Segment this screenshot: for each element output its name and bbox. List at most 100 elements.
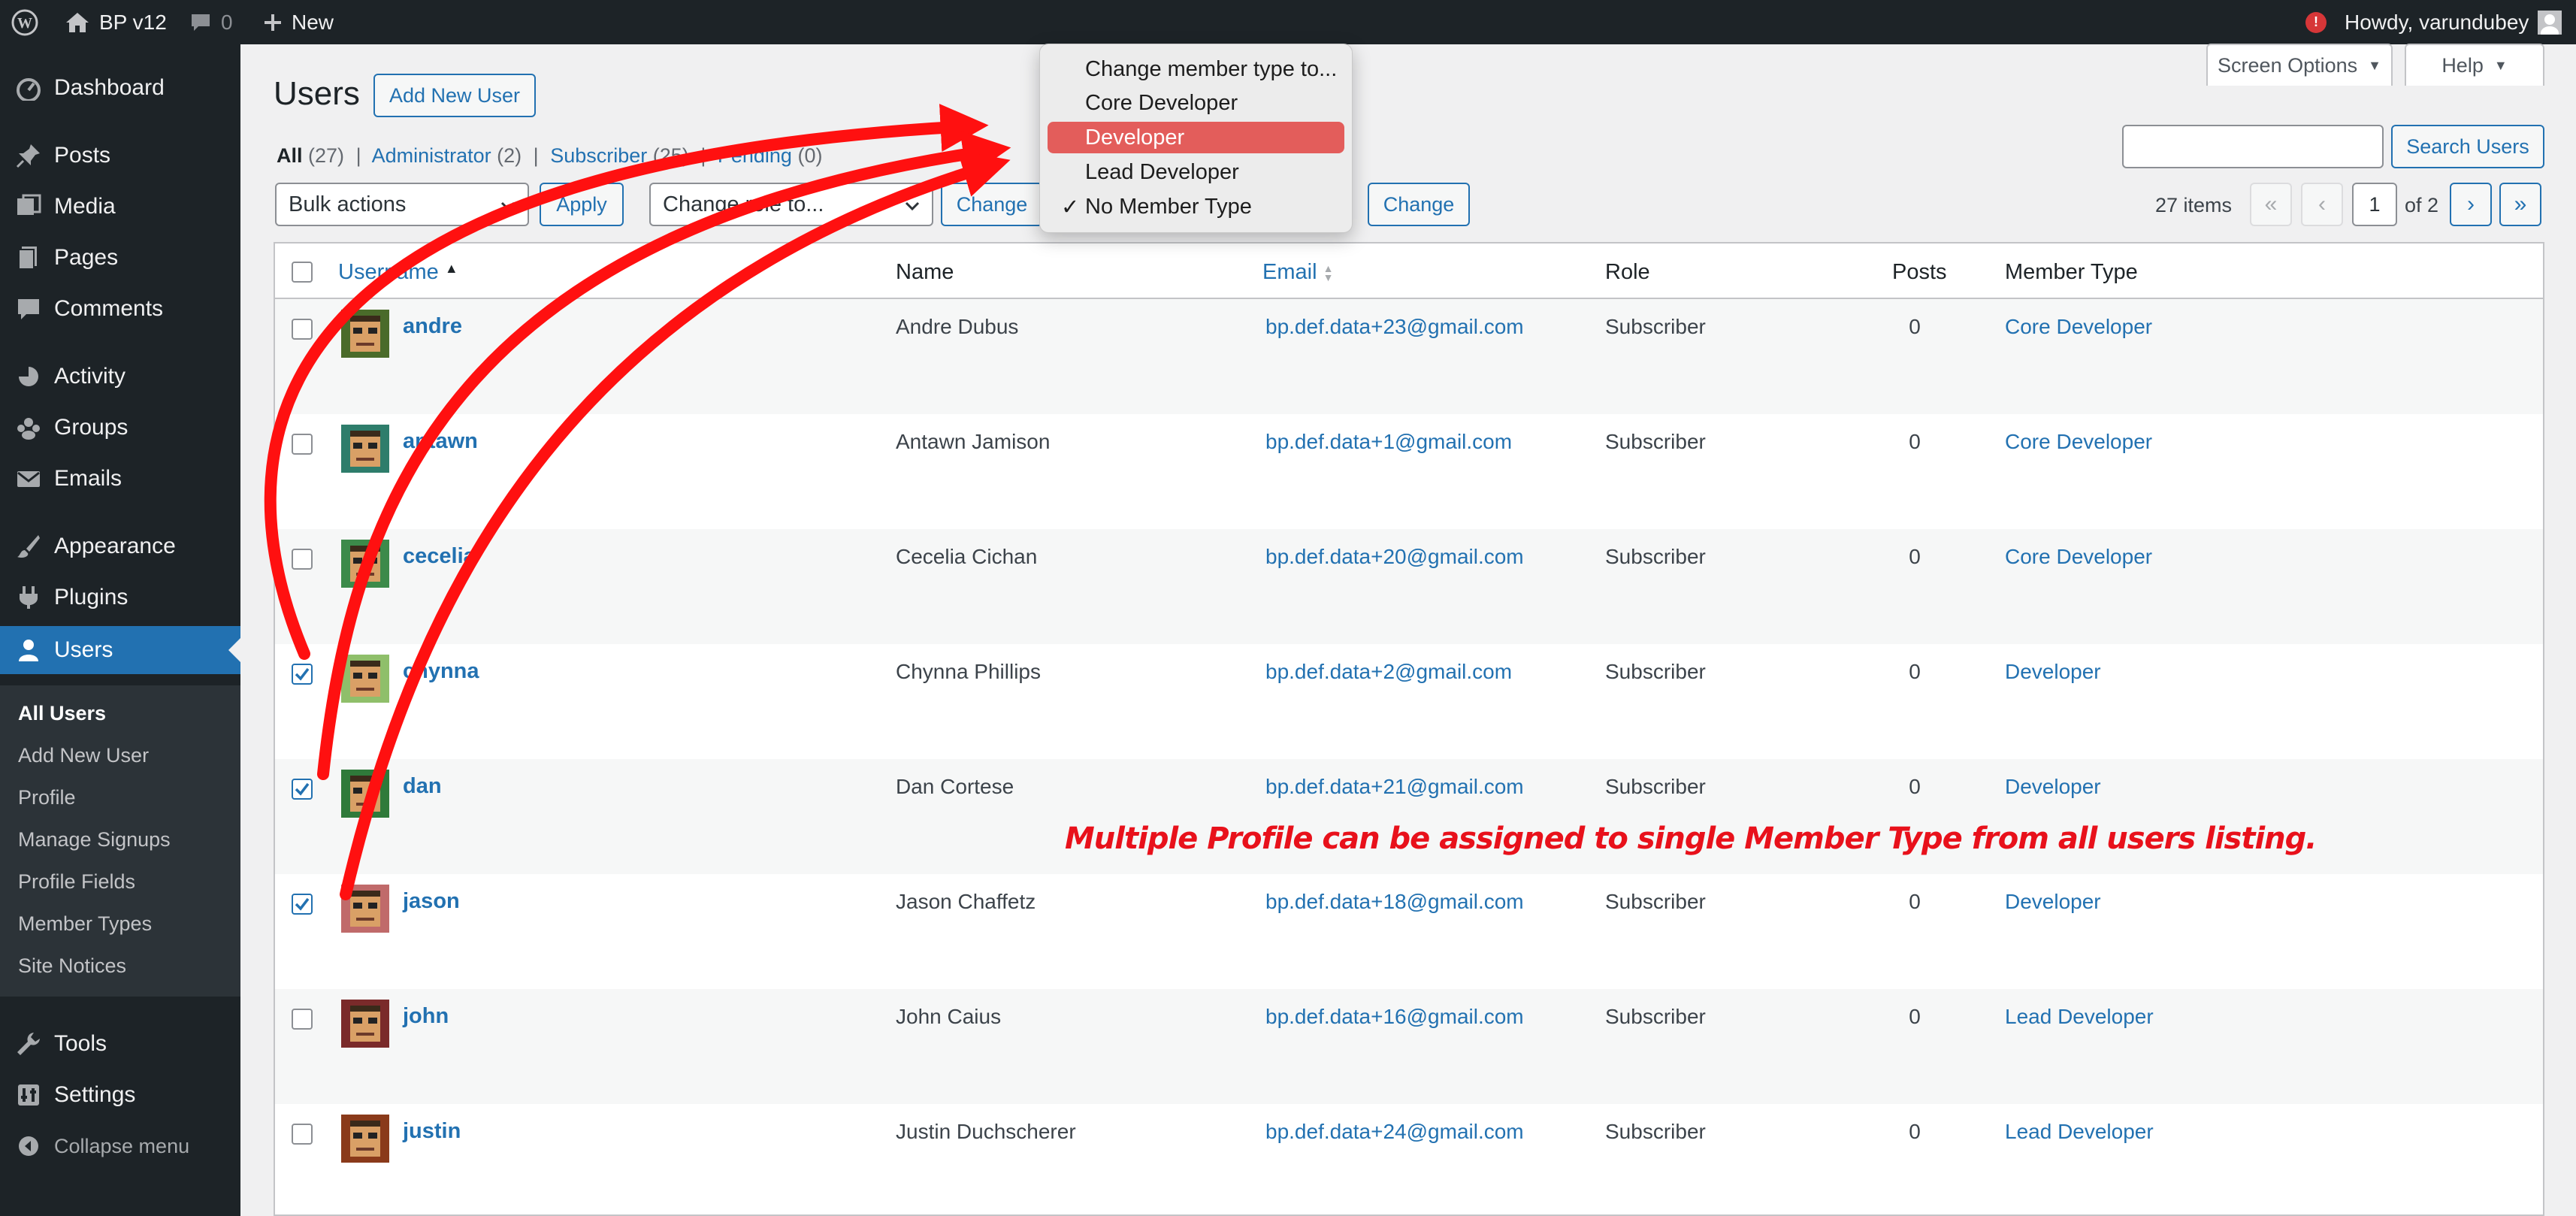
account-menu[interactable]: ! Howdy, varundubey — [2305, 0, 2562, 44]
collapse-menu-button[interactable]: Collapse menu — [0, 1124, 240, 1169]
next-page-button[interactable]: › — [2450, 183, 2492, 226]
sidebar-item-comments[interactable]: Comments — [0, 286, 240, 331]
member-type-link[interactable]: Developer — [2005, 660, 2101, 684]
submenu-member-types[interactable]: Member Types — [18, 912, 152, 936]
member-type-link[interactable]: Lead Developer — [2005, 1120, 2154, 1144]
email-link[interactable]: bp.def.data+23@gmail.com — [1265, 315, 1524, 339]
avatar — [341, 1115, 389, 1163]
username-link[interactable]: justin — [403, 1119, 461, 1144]
submenu-site-notices[interactable]: Site Notices — [18, 954, 126, 978]
sidebar-item-pages[interactable]: Pages — [0, 235, 240, 280]
submenu-profile[interactable]: Profile — [18, 786, 76, 809]
filter-administrator[interactable]: Administrator — [372, 144, 491, 167]
row-checkbox[interactable] — [292, 664, 313, 685]
change-role-button[interactable]: Change — [941, 183, 1043, 226]
search-users-button[interactable]: Search Users — [2391, 125, 2544, 168]
dropdown-option[interactable]: Change member type to... — [1048, 53, 1344, 85]
username-link[interactable]: dan — [403, 774, 442, 799]
username-link[interactable]: cecelia — [403, 544, 476, 569]
member-type-link[interactable]: Lead Developer — [2005, 1005, 2154, 1029]
admin-bar: W BP v12 0 New ! Howdy, varundubey — [0, 0, 2576, 44]
member-type-link[interactable]: Core Developer — [2005, 545, 2152, 569]
member-type-link[interactable]: Core Developer — [2005, 315, 2152, 339]
row-checkbox[interactable] — [292, 779, 313, 800]
new-content-link[interactable]: New — [263, 0, 334, 44]
email-link[interactable]: bp.def.data+16@gmail.com — [1265, 1005, 1524, 1029]
row-checkbox[interactable] — [292, 434, 313, 455]
screen-options-button[interactable]: Screen Options ▼ — [2206, 44, 2393, 86]
current-page-input[interactable] — [2352, 183, 2397, 226]
select-all-checkbox[interactable] — [292, 262, 313, 283]
help-button[interactable]: Help ▼ — [2405, 44, 2544, 86]
username-link[interactable]: andre — [403, 314, 462, 339]
user-icon — [14, 635, 44, 665]
filter-pending[interactable]: Pending — [718, 144, 792, 167]
submenu-add-new-user[interactable]: Add New User — [18, 744, 149, 767]
member-type-link[interactable]: Developer — [2005, 775, 2101, 799]
username-link[interactable]: chynna — [403, 659, 479, 684]
change-role-value: Change role to... — [663, 192, 824, 216]
column-email[interactable]: Email ▲ ▼ — [1262, 260, 1333, 285]
submenu-profile-fields[interactable]: Profile Fields — [18, 870, 135, 894]
brush-icon — [14, 531, 44, 561]
email-link[interactable]: bp.def.data+18@gmail.com — [1265, 890, 1524, 914]
email-link[interactable]: bp.def.data+24@gmail.com — [1265, 1120, 1524, 1144]
sidebar-item-activity[interactable]: Activity — [0, 354, 240, 399]
users-table: Username ▲ Name Email ▲ ▼ Role Posts Memb… — [274, 242, 2544, 1216]
username-link[interactable]: antawn — [403, 429, 478, 454]
username-link[interactable]: john — [403, 1004, 449, 1029]
submenu-all-users[interactable]: All Users — [18, 702, 106, 725]
submenu-manage-signups[interactable]: Manage Signups — [18, 828, 171, 852]
sidebar-item-tools[interactable]: Tools — [0, 1021, 240, 1066]
first-page-button[interactable]: « — [2250, 183, 2292, 226]
comments-link[interactable]: 0 — [189, 0, 233, 44]
sidebar-item-users[interactable]: Users — [0, 626, 240, 674]
sidebar-item-posts[interactable]: Posts — [0, 133, 240, 178]
site-name-link[interactable]: BP v12 — [65, 0, 167, 44]
bulk-actions-select[interactable]: Bulk actions — [275, 183, 529, 226]
annotation-text: Multiple Profile can be assigned to sing… — [1065, 821, 2317, 856]
row-checkbox[interactable] — [292, 1124, 313, 1145]
row-checkbox[interactable] — [292, 894, 313, 915]
last-page-button[interactable]: » — [2499, 183, 2541, 226]
sidebar-item-dashboard[interactable]: Dashboard — [0, 65, 240, 110]
email-link[interactable]: bp.def.data+20@gmail.com — [1265, 545, 1524, 569]
change-member-type-button[interactable]: Change — [1368, 183, 1470, 226]
member-type-link[interactable]: Developer — [2005, 890, 2101, 914]
dropdown-option-checked[interactable]: ✓ No Member Type — [1048, 191, 1344, 222]
notification-badge[interactable]: ! — [2305, 11, 2327, 33]
member-type-link[interactable]: Core Developer — [2005, 430, 2152, 454]
filter-all[interactable]: All — [277, 144, 303, 167]
add-new-user-button[interactable]: Add New User — [373, 74, 536, 117]
email-link[interactable]: bp.def.data+1@gmail.com — [1265, 430, 1512, 454]
apply-button[interactable]: Apply — [540, 183, 624, 226]
items-count: 27 items — [2155, 194, 2233, 216]
dropdown-option[interactable]: Lead Developer — [1048, 156, 1344, 188]
dropdown-option[interactable]: Core Developer — [1048, 87, 1344, 119]
search-users-input[interactable] — [2122, 125, 2384, 168]
dropdown-option-highlighted[interactable]: Developer — [1048, 122, 1344, 153]
row-checkbox[interactable] — [292, 549, 313, 570]
row-checkbox[interactable] — [292, 1009, 313, 1030]
user-role: Subscriber — [1605, 1120, 1706, 1143]
pages-icon — [14, 243, 44, 273]
filter-count: (27) — [308, 144, 345, 167]
filter-subscriber[interactable]: Subscriber — [550, 144, 647, 167]
row-checkbox[interactable] — [292, 319, 313, 340]
sidebar-item-emails[interactable]: Emails — [0, 456, 240, 501]
column-username[interactable]: Username ▲ — [338, 260, 458, 285]
sidebar-item-media[interactable]: Media — [0, 184, 240, 229]
sidebar-item-label: Tools — [54, 1031, 107, 1056]
sidebar-item-settings[interactable]: Settings — [0, 1072, 240, 1118]
new-label: New — [292, 10, 334, 34]
username-link[interactable]: jason — [403, 889, 460, 914]
wordpress-logo-icon[interactable]: W — [11, 0, 39, 44]
table-row: jason Jason Chaffetz bp.def.data+18@gmail.… — [275, 874, 2543, 989]
change-role-select[interactable]: Change role to... — [649, 183, 933, 226]
sidebar-item-plugins[interactable]: Plugins — [0, 575, 240, 620]
sidebar-item-appearance[interactable]: Appearance — [0, 524, 240, 569]
email-link[interactable]: bp.def.data+2@gmail.com — [1265, 660, 1512, 684]
prev-page-button[interactable]: ‹ — [2301, 183, 2343, 226]
email-link[interactable]: bp.def.data+21@gmail.com — [1265, 775, 1524, 799]
sidebar-item-groups[interactable]: Groups — [0, 405, 240, 450]
